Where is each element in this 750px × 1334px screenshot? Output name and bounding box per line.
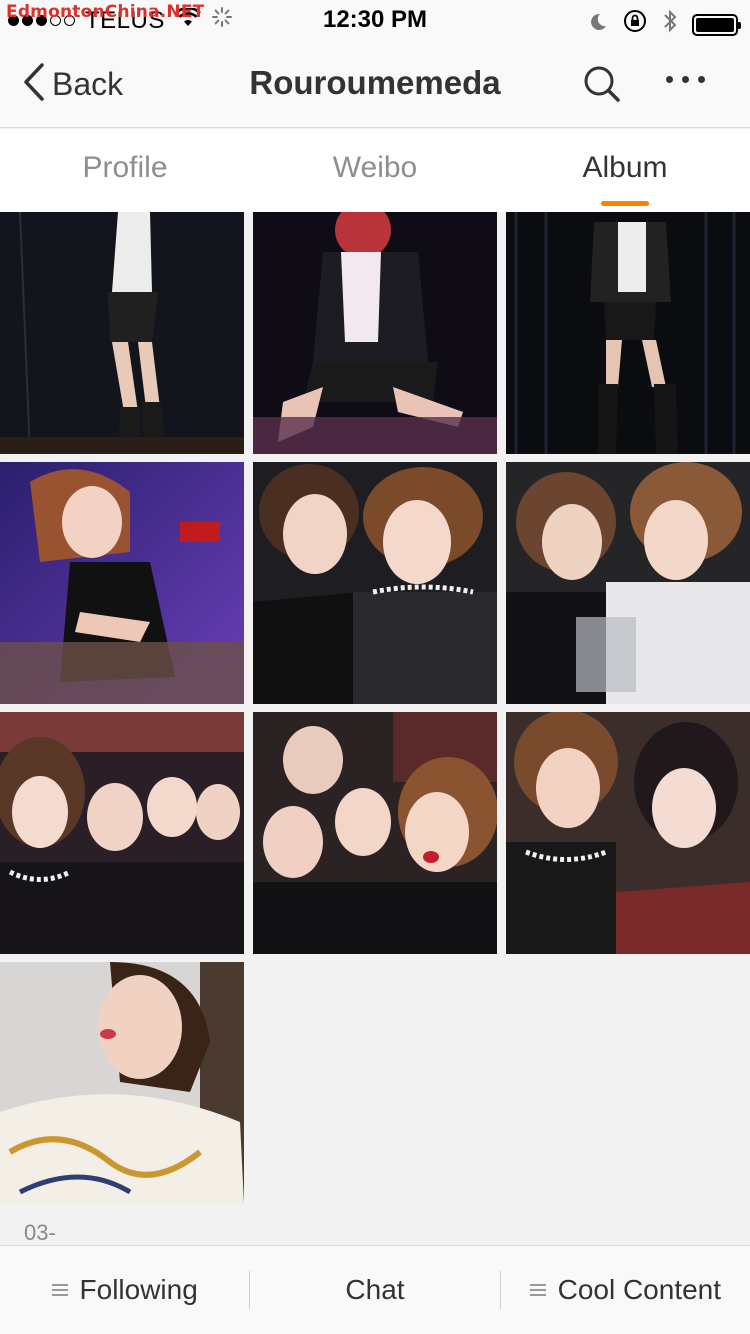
album-photo[interactable] xyxy=(0,962,244,1204)
moon-icon xyxy=(588,11,608,39)
navigation-bar: Back Rouroumemeda xyxy=(0,40,750,128)
album-photo[interactable] xyxy=(506,462,750,704)
rotation-lock-icon xyxy=(622,8,648,41)
tab-profile[interactable]: Profile xyxy=(0,129,250,212)
bluetooth-icon xyxy=(662,8,678,41)
album-photo[interactable] xyxy=(253,712,497,954)
chat-label: Chat xyxy=(345,1274,405,1305)
chat-button[interactable]: Chat xyxy=(250,1246,499,1334)
album-photo[interactable] xyxy=(0,712,244,954)
watermark-text: EdmontonChina.NET xyxy=(6,2,205,22)
cool-content-button[interactable]: Cool Content xyxy=(501,1246,750,1334)
album-photo[interactable] xyxy=(0,212,244,454)
more-options-button[interactable] xyxy=(666,76,705,83)
menu-icon xyxy=(51,1284,68,1296)
active-tab-indicator xyxy=(601,201,649,206)
album-photo[interactable] xyxy=(506,212,750,454)
album-date-label: 03- xyxy=(24,1220,56,1245)
tab-label: Profile xyxy=(82,151,168,184)
album-photo[interactable] xyxy=(253,462,497,704)
chevron-left-icon xyxy=(22,62,46,107)
search-button[interactable] xyxy=(582,64,622,109)
search-icon xyxy=(582,66,622,108)
more-dot xyxy=(698,76,705,83)
tab-weibo[interactable]: Weibo xyxy=(250,129,500,212)
album-grid xyxy=(0,212,750,1204)
tab-label: Weibo xyxy=(332,151,418,184)
menu-icon xyxy=(529,1284,546,1296)
status-bar: TELUS EdmontonChina.NET 12:30 PM xyxy=(0,0,750,40)
following-button[interactable]: Following xyxy=(0,1246,249,1334)
more-dot xyxy=(682,76,689,83)
back-label: Back xyxy=(52,66,124,102)
back-button[interactable]: Back xyxy=(22,62,123,107)
more-dot xyxy=(666,76,673,83)
album-photo[interactable] xyxy=(0,462,244,704)
album-photo[interactable] xyxy=(253,212,497,454)
activity-spinner-icon xyxy=(211,6,233,35)
tab-label: Album xyxy=(582,151,668,184)
tab-album[interactable]: Album xyxy=(500,129,750,212)
bottom-toolbar: Following Chat Cool Content xyxy=(0,1245,750,1334)
status-icons xyxy=(588,8,741,41)
profile-tabs: Profile Weibo Album xyxy=(0,129,750,212)
following-label: Following xyxy=(79,1274,198,1305)
battery-icon xyxy=(692,13,741,36)
album-photo[interactable] xyxy=(506,712,750,954)
cool-content-label: Cool Content xyxy=(557,1274,722,1305)
